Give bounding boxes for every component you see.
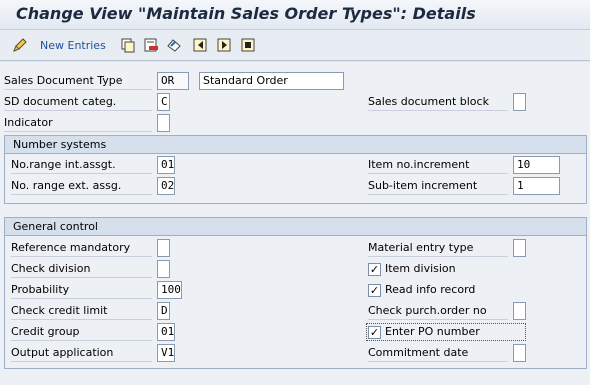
next-icon[interactable] — [240, 37, 256, 53]
check-purch-order-field[interactable] — [513, 302, 526, 320]
detail-area: Sales Document Type OR Standard Order SD… — [0, 62, 590, 385]
sd-doc-categ-label: SD document categ. — [4, 93, 152, 111]
delete-icon[interactable] — [143, 37, 159, 53]
read-info-record-checkbox[interactable]: ✓ — [368, 284, 381, 297]
no-range-int-label: No.range int.assgt. — [11, 156, 152, 174]
page-title: Change View "Maintain Sales Order Types"… — [16, 4, 476, 23]
item-no-increment-label: Item no.increment — [368, 156, 508, 174]
reference-mandatory-field[interactable] — [157, 239, 170, 257]
sales-doc-block-label: Sales document block — [368, 93, 508, 111]
commitment-date-field[interactable] — [513, 344, 526, 362]
application-toolbar: New Entries — [0, 30, 590, 61]
output-application-label: Output application — [11, 344, 152, 362]
material-entry-type-field[interactable] — [513, 239, 526, 257]
item-division-checkbox[interactable]: ✓ — [368, 263, 381, 276]
item-no-increment-field[interactable]: 10 — [513, 156, 560, 174]
probability-field[interactable]: 100 — [157, 281, 182, 299]
read-info-record-label: Read info record — [385, 283, 476, 296]
material-entry-type-label: Material entry type — [368, 239, 508, 257]
check-division-label: Check division — [11, 260, 152, 278]
sd-doc-categ-field[interactable]: C — [157, 93, 170, 111]
sales-doc-type-field[interactable]: OR — [157, 72, 189, 90]
sub-item-increment-label: Sub-item increment — [368, 177, 508, 195]
sub-item-increment-field[interactable]: 1 — [513, 177, 560, 195]
check-division-field[interactable] — [157, 260, 170, 278]
commitment-date-label: Commitment date — [368, 344, 508, 362]
general-control-title: General control — [5, 218, 586, 236]
no-range-ext-field[interactable]: 02 — [157, 177, 175, 195]
credit-group-label: Credit group — [11, 323, 152, 341]
enter-po-number-checkbox[interactable]: ✓ — [368, 326, 381, 339]
previous-icon[interactable] — [216, 37, 232, 53]
check-credit-limit-label: Check credit limit — [11, 302, 152, 320]
probability-label: Probability — [11, 281, 152, 299]
item-division-label: Item division — [385, 262, 456, 275]
indicator-label: Indicator — [4, 114, 152, 132]
new-entries-button[interactable]: New Entries — [40, 39, 106, 52]
sales-doc-block-field[interactable] — [513, 93, 526, 111]
undo-icon[interactable] — [166, 37, 182, 53]
no-range-int-field[interactable]: 01 — [157, 156, 175, 174]
first-icon[interactable] — [192, 37, 208, 53]
title-bar: Change View "Maintain Sales Order Types"… — [0, 0, 590, 30]
reference-mandatory-label: Reference mandatory — [11, 239, 152, 257]
check-credit-limit-field[interactable]: D — [157, 302, 170, 320]
output-application-field[interactable]: V1 — [157, 344, 175, 362]
indicator-field[interactable] — [157, 114, 170, 132]
credit-group-field[interactable]: 01 — [157, 323, 175, 341]
pen-icon[interactable] — [12, 37, 28, 53]
check-purch-order-label: Check purch.order no — [368, 302, 508, 320]
number-systems-title: Number systems — [5, 136, 586, 154]
sales-doc-type-label: Sales Document Type — [4, 72, 152, 90]
enter-po-number-label: Enter PO number — [385, 325, 480, 338]
copy-icon[interactable] — [120, 37, 136, 53]
no-range-ext-label: No. range ext. assg. — [11, 177, 152, 195]
sales-doc-type-description[interactable]: Standard Order — [199, 72, 344, 90]
